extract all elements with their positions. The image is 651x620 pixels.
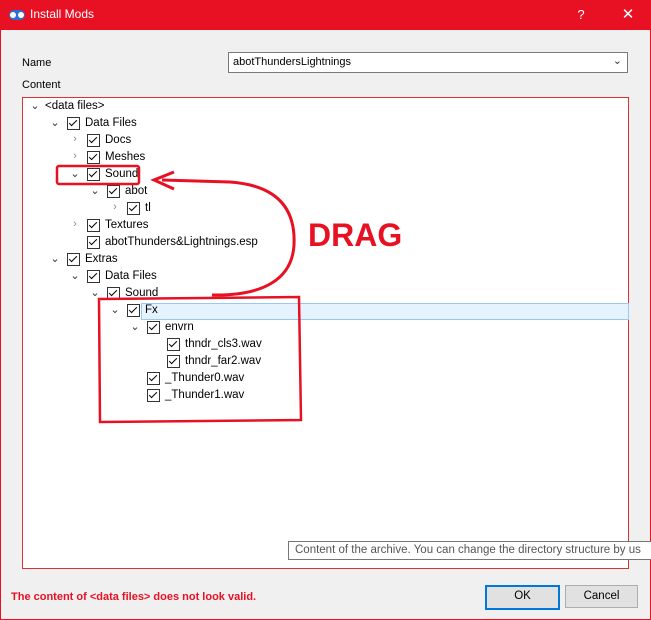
fx-highlight-box — [97, 295, 303, 424]
drag-arrow-curve — [161, 178, 296, 297]
ok-button[interactable]: OK — [485, 585, 560, 610]
tooltip: Content of the archive. You can change t… — [288, 541, 651, 560]
drag-annotation-text: DRAG — [308, 217, 402, 253]
cancel-button[interactable]: Cancel — [565, 585, 638, 608]
error-message: The content of <data files> does not loo… — [11, 591, 257, 603]
drag-annotation: DRAG — [55, 164, 402, 424]
sound-highlight-box — [55, 164, 141, 186]
